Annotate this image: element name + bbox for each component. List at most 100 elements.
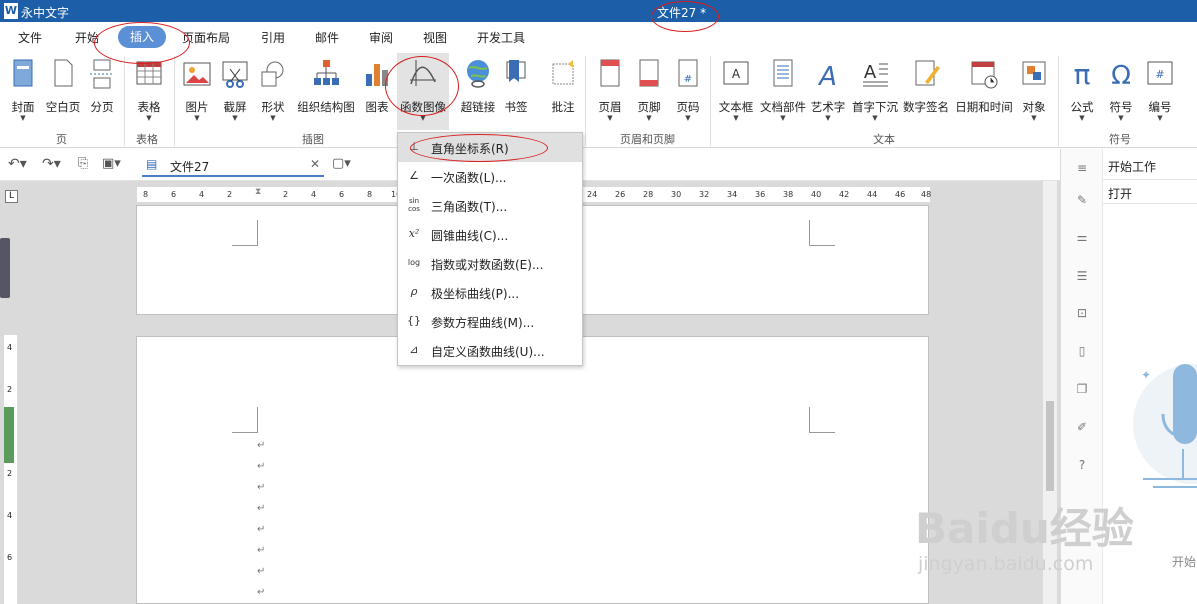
menu-item-linear[interactable]: ∠ 一次函数(L)... bbox=[398, 162, 582, 191]
menu-item-polar[interactable]: ρ 极坐标曲线(P)... bbox=[398, 278, 582, 307]
divider bbox=[1058, 56, 1059, 146]
group-table: 表格 bbox=[136, 133, 158, 146]
margin-corner bbox=[232, 220, 258, 246]
x-squared-icon: x² bbox=[408, 227, 420, 240]
pencil-icon[interactable]: ✎ bbox=[1075, 193, 1089, 207]
header-icon bbox=[600, 59, 620, 87]
open-link[interactable]: 打开 bbox=[1108, 185, 1132, 202]
side-handle[interactable] bbox=[0, 238, 10, 298]
menu-item-exp-log[interactable]: log 指数或对数函数(E)... bbox=[398, 249, 582, 278]
calendar-clock-icon bbox=[971, 61, 998, 89]
ruler-tick: 4 bbox=[199, 190, 205, 199]
omega-icon: Ω bbox=[1111, 61, 1131, 90]
annotation-ellipse bbox=[651, 1, 719, 32]
redo-icon[interactable]: ↷▾ bbox=[42, 156, 61, 172]
cover-icon bbox=[13, 59, 33, 87]
ruler-tick: 30 bbox=[671, 190, 682, 199]
paragraph-marks: ↵ ↵ ↵ ↵ ↵ ↵ ↵ ↵ bbox=[257, 440, 266, 598]
symbol-button[interactable]: Ω 符号 ▼ bbox=[1104, 56, 1138, 134]
blank-page-button[interactable]: 空白页 bbox=[43, 56, 83, 134]
ruler-tick: 34 bbox=[727, 190, 738, 199]
new-document-icon[interactable]: ▢▾ bbox=[332, 156, 351, 171]
scrollbar-thumb[interactable] bbox=[1046, 401, 1054, 491]
bookmark-button[interactable]: 书签 bbox=[500, 56, 532, 134]
header-button[interactable]: 页眉 ▼ bbox=[594, 56, 626, 134]
save-icon[interactable]: ▣▾ bbox=[102, 156, 121, 171]
ruler-tick: 26 bbox=[615, 190, 626, 199]
clipboard-icon[interactable]: ▯ bbox=[1075, 344, 1089, 358]
comment-icon bbox=[552, 60, 574, 85]
help-icon[interactable]: ? bbox=[1075, 458, 1089, 472]
picture-button[interactable]: 图片 ▼ bbox=[181, 56, 213, 134]
ruler-tick: 2 bbox=[7, 385, 13, 394]
start-work-label: 开始工作 bbox=[1108, 160, 1157, 174]
margin-corner bbox=[232, 407, 258, 433]
document-tab[interactable]: ▤ 文件27 ✕ bbox=[142, 153, 324, 177]
menu-references[interactable]: 引用 bbox=[261, 29, 285, 46]
close-icon[interactable]: ✕ bbox=[310, 157, 320, 171]
doc-parts-button[interactable]: 文档部件 ▼ bbox=[758, 56, 808, 134]
watermark-url: jingyan.baidu.com bbox=[918, 553, 1094, 575]
digital-signature-button[interactable]: 数字签名 bbox=[901, 56, 951, 134]
blank-page-icon bbox=[54, 59, 73, 87]
ruler-tick: 46 bbox=[895, 190, 906, 199]
ruler-tick: 48 bbox=[921, 190, 932, 199]
outline-icon[interactable]: ☰ bbox=[1075, 269, 1089, 283]
menu-item-trig[interactable]: sin cos 三角函数(T)... bbox=[398, 191, 582, 220]
footer-button[interactable]: 页脚 ▼ bbox=[632, 56, 666, 134]
numbering-button[interactable]: # 编号 ▼ bbox=[1143, 56, 1177, 134]
textbox-button[interactable]: A 文本框 ▼ bbox=[716, 56, 756, 134]
edit-icon[interactable]: ✐ bbox=[1075, 420, 1089, 434]
word-art-button[interactable]: A 艺术字 ▼ bbox=[808, 56, 848, 134]
menu-icon[interactable]: ≡ bbox=[1075, 161, 1089, 175]
menu-item-parametric[interactable]: {} 参数方程曲线(M)... bbox=[398, 307, 582, 336]
lock-icon[interactable]: ⊡ bbox=[1075, 306, 1089, 320]
page-break-button[interactable]: 分页 bbox=[86, 56, 118, 134]
org-chart-button[interactable]: 组织结构图 bbox=[295, 56, 357, 134]
sin-cos-icon: sin cos bbox=[408, 197, 420, 213]
menu-view[interactable]: 视图 bbox=[423, 29, 447, 46]
group-illustrations: 插图 bbox=[302, 133, 324, 146]
hyperlink-button[interactable]: 超链接 bbox=[458, 56, 498, 134]
print-preview-icon[interactable]: ⎘ bbox=[78, 156, 88, 171]
tab-stop-icon[interactable]: L bbox=[5, 190, 18, 203]
ruler-tick: 36 bbox=[755, 190, 766, 199]
cover-button[interactable]: 封面 ▼ bbox=[5, 56, 41, 134]
margin-corner bbox=[809, 407, 835, 433]
svg-text:Ω: Ω bbox=[1111, 61, 1131, 90]
page-number-button[interactable]: # 页码 ▼ bbox=[671, 56, 705, 134]
log-icon: log bbox=[407, 258, 421, 267]
page-2[interactable]: ↵ ↵ ↵ ↵ ↵ ↵ ↵ ↵ bbox=[136, 336, 929, 604]
divider bbox=[1103, 203, 1197, 204]
svg-text:A: A bbox=[817, 62, 837, 90]
menu-developer[interactable]: 开发工具 bbox=[477, 29, 525, 46]
group-header-footer: 页眉和页脚 bbox=[620, 133, 675, 146]
drop-cap-button[interactable]: A 首字下沉 ▼ bbox=[850, 56, 900, 134]
microphone-illustration-icon: ✦ bbox=[1133, 364, 1197, 488]
object-button[interactable]: 对象 ▼ bbox=[1017, 56, 1051, 134]
menu-mail[interactable]: 邮件 bbox=[315, 29, 339, 46]
comment-button[interactable]: 批注 bbox=[546, 56, 580, 134]
menu-file[interactable]: 文件 bbox=[18, 29, 42, 46]
menu-item-conic[interactable]: x² 圆锥曲线(C)... bbox=[398, 220, 582, 249]
ruler-margin-handle[interactable] bbox=[4, 407, 14, 463]
menu-review[interactable]: 审阅 bbox=[369, 29, 393, 46]
undo-icon[interactable]: ↶▾ bbox=[8, 156, 27, 172]
ruler-tick: 4 bbox=[7, 511, 13, 520]
date-time-button[interactable]: 日期和时间 bbox=[953, 56, 1015, 134]
copy-icon[interactable]: ❐ bbox=[1075, 382, 1089, 396]
indent-marker-icon[interactable]: ⧗ bbox=[255, 187, 261, 197]
ruler-tick: 4 bbox=[7, 343, 13, 352]
ruler-tick: 6 bbox=[339, 190, 345, 199]
formula-button[interactable]: π 公式 ▼ bbox=[1065, 56, 1099, 134]
screenshot-button[interactable]: 截屏 ▼ bbox=[219, 56, 251, 134]
doc-parts-icon bbox=[773, 59, 793, 87]
table-button[interactable]: 表格 ▼ bbox=[132, 56, 166, 134]
org-chart-icon bbox=[314, 60, 339, 85]
shape-button[interactable]: 形状 ▼ bbox=[257, 56, 289, 134]
settings-sliders-icon[interactable]: ⚌ bbox=[1075, 230, 1089, 244]
menu-item-custom[interactable]: ⊿ 自定义函数曲线(U)... bbox=[398, 336, 582, 365]
annotation-ellipse bbox=[385, 56, 459, 116]
svg-text:#: # bbox=[1155, 68, 1164, 81]
linear-function-icon: ∠ bbox=[409, 169, 419, 182]
